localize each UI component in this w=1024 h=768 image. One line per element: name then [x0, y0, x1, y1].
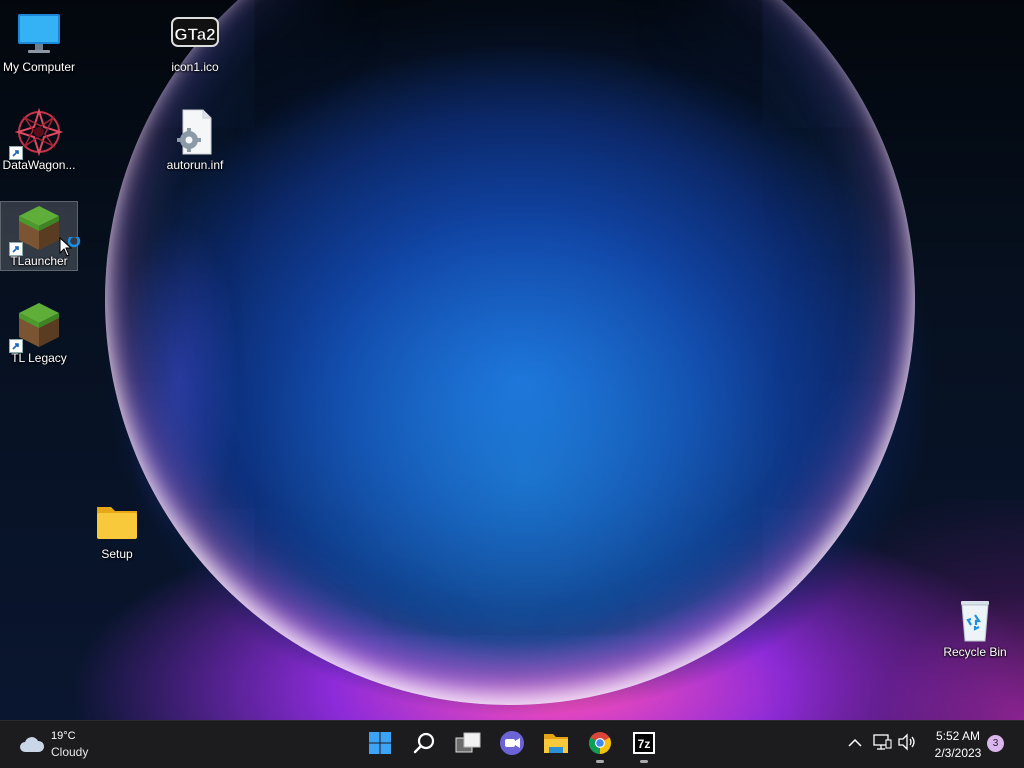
folder-icon	[93, 497, 141, 545]
recycle-bin-icon	[951, 595, 999, 643]
clock-time: 5:52 AM	[935, 729, 981, 743]
weather-widget[interactable]: 19°C Cloudy	[16, 729, 126, 763]
desktop-icon-datawagon[interactable]: DataWagon...	[0, 106, 78, 176]
desktop-icon-autorun-inf[interactable]: autorun.inf	[156, 106, 234, 176]
minecraft-grass-block-icon	[9, 204, 63, 256]
running-indicator	[596, 760, 604, 763]
start-button[interactable]	[360, 725, 400, 765]
desktop-icon-label: Recycle Bin	[943, 645, 1007, 659]
weather-condition: Cloudy	[51, 745, 89, 759]
7zip-button[interactable]: 7z	[624, 725, 664, 765]
search-icon	[412, 731, 436, 760]
monitor-icon	[15, 10, 63, 58]
volume-button[interactable]	[896, 732, 918, 756]
desktop-icon-recycle-bin[interactable]: Recycle Bin	[936, 593, 1014, 663]
desktop-icon-label: autorun.inf	[166, 158, 224, 172]
task-view-icon	[455, 731, 481, 760]
shortcut-arrow-icon	[9, 339, 23, 353]
svg-text:GTa2: GTa2	[174, 25, 215, 44]
file-explorer-button[interactable]	[536, 725, 576, 765]
file-explorer-icon	[543, 731, 569, 760]
system-clock[interactable]: 5:52 AM 2/3/2023	[926, 728, 990, 762]
desktop-icon-tl-legacy[interactable]: TL Legacy	[0, 299, 78, 369]
network-button[interactable]	[871, 733, 893, 755]
clock-date: 2/3/2023	[934, 746, 982, 760]
desktop-icon-setup[interactable]: Setup	[78, 495, 156, 565]
chrome-button[interactable]	[580, 725, 620, 765]
task-view-button[interactable]	[448, 725, 488, 765]
network-icon	[872, 733, 892, 756]
desktop-icon-label: Setup	[101, 547, 133, 561]
taskbar: 19°C Cloudy 7z 5:52 AM 2/3/2023	[0, 720, 1024, 768]
volume-icon	[897, 732, 917, 756]
7zip-icon: 7z	[632, 731, 656, 760]
svg-text:7z: 7z	[638, 737, 651, 751]
desktop-wallpaper	[0, 0, 1024, 720]
mouse-cursor-busy-icon	[59, 234, 83, 261]
chat-button[interactable]	[492, 725, 532, 765]
teams-chat-icon	[499, 730, 525, 761]
cloudy-icon	[19, 736, 45, 759]
shortcut-arrow-icon	[9, 146, 23, 160]
chevron-up-icon	[848, 735, 862, 753]
datawagon-icon	[9, 107, 64, 160]
gta2-logo-icon: GTa2	[171, 10, 219, 58]
desktop-icon-label: DataWagon...	[2, 158, 76, 172]
running-indicator	[640, 760, 648, 763]
settings-file-icon	[171, 108, 219, 156]
desktop-icon-label: My Computer	[2, 60, 76, 74]
search-button[interactable]	[404, 725, 444, 765]
desktop-icon-my-computer[interactable]: My Computer	[0, 8, 78, 78]
windows-start-icon	[368, 731, 392, 760]
weather-temperature: 19°C	[51, 730, 76, 742]
notification-count-badge[interactable]: 3	[987, 735, 1004, 752]
chrome-icon	[588, 731, 612, 760]
show-hidden-icons-button[interactable]	[844, 733, 866, 755]
desktop-icon-icon1-ico[interactable]: GTa2 icon1.ico	[156, 8, 234, 78]
desktop-icon-label: TL Legacy	[11, 351, 67, 365]
wallpaper-glow-left	[120, 220, 240, 540]
shortcut-arrow-icon	[9, 242, 23, 256]
minecraft-grass-block-icon	[9, 301, 63, 353]
desktop-icon-label: icon1.ico	[171, 60, 219, 74]
